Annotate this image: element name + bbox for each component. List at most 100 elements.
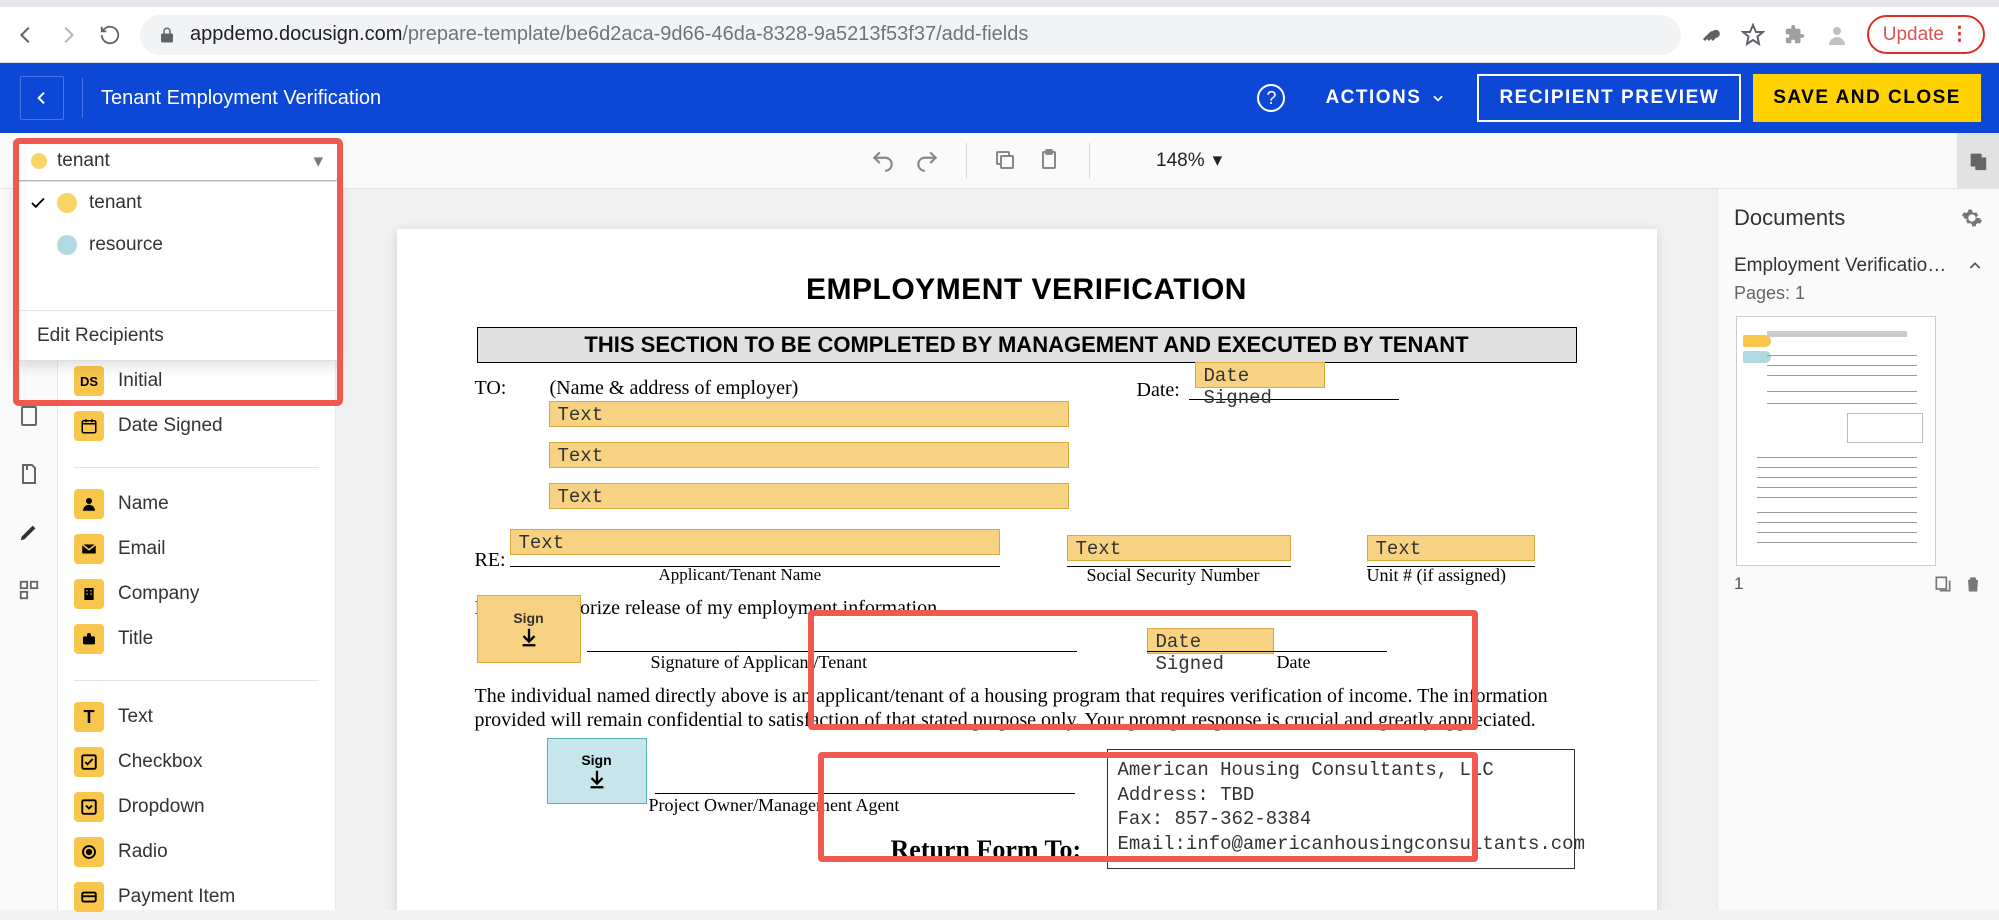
zoom-select[interactable]: 148% ▾ bbox=[1156, 149, 1222, 172]
page-thumbnail[interactable] bbox=[1736, 316, 1936, 566]
palette-date-signed[interactable]: Date Signed bbox=[58, 403, 335, 449]
profile-icon[interactable] bbox=[1825, 23, 1849, 47]
document-canvas[interactable]: EMPLOYMENT VERIFICATION THIS SECTION TO … bbox=[336, 189, 1717, 910]
browser-update-label: Update bbox=[1883, 24, 1944, 46]
palette-label: Name bbox=[118, 493, 169, 515]
back-button[interactable] bbox=[20, 76, 64, 120]
right-panel: Documents Employment Verificatio… Pages:… bbox=[1717, 189, 1999, 910]
palette-label: Checkbox bbox=[118, 751, 203, 773]
browser-reload-button[interactable] bbox=[98, 23, 122, 47]
check-icon bbox=[29, 194, 47, 212]
thumb-page-number: 1 bbox=[1734, 574, 1743, 594]
field-text-ssn[interactable]: Text bbox=[1067, 535, 1291, 561]
save-and-close-button[interactable]: SAVE AND CLOSE bbox=[1753, 74, 1981, 122]
document-name: Employment Verificatio… bbox=[1734, 255, 1967, 277]
chevron-down-icon: ▾ bbox=[1213, 149, 1223, 172]
edit-recipients-link[interactable]: Edit Recipients bbox=[17, 310, 337, 360]
extensions-icon[interactable] bbox=[1783, 23, 1807, 47]
help-icon[interactable]: ? bbox=[1257, 84, 1285, 112]
unit-label: Unit # (if assigned) bbox=[1367, 565, 1506, 586]
doc-title: EMPLOYMENT VERIFICATION bbox=[397, 273, 1657, 307]
palette-title[interactable]: Title bbox=[58, 616, 335, 662]
gear-icon[interactable] bbox=[1961, 207, 1983, 229]
recipient-selected-label: tenant bbox=[57, 150, 110, 172]
return-form-label: Return Form To: bbox=[891, 835, 1082, 865]
applicant-name-label: Applicant/Tenant Name bbox=[659, 565, 822, 585]
palette-initial[interactable]: DSInitial bbox=[58, 358, 335, 404]
recipient-color-dot bbox=[57, 235, 77, 255]
actions-button[interactable]: ACTIONS bbox=[1305, 74, 1465, 122]
recipient-select[interactable]: tenant ▾ bbox=[16, 141, 338, 181]
palette-name[interactable]: Name bbox=[58, 481, 335, 527]
rail-doc-icon[interactable] bbox=[0, 445, 58, 503]
field-text-applicant[interactable]: Text bbox=[510, 529, 1000, 555]
copy-button[interactable] bbox=[993, 148, 1019, 174]
browser-update-button[interactable]: Update ⋮ bbox=[1867, 15, 1985, 54]
address-bar[interactable]: appdemo.docusign.com/prepare-template/be… bbox=[140, 15, 1681, 55]
edit-recipients-label: Edit Recipients bbox=[37, 325, 164, 347]
field-text-unit[interactable]: Text bbox=[1367, 535, 1535, 561]
ssn-label: Social Security Number bbox=[1087, 565, 1260, 586]
palette-label: Dropdown bbox=[118, 796, 205, 818]
recipient-preview-button[interactable]: RECIPIENT PREVIEW bbox=[1477, 74, 1741, 122]
paste-button[interactable] bbox=[1037, 148, 1063, 174]
field-date-signed-1[interactable]: Date Signed bbox=[1195, 362, 1325, 388]
body-paragraph: The individual named directly above is a… bbox=[475, 685, 1585, 732]
name-addr-label: (Name & address of employer) bbox=[550, 377, 799, 400]
recipient-color-dot bbox=[31, 153, 47, 169]
field-text-employer-2[interactable]: Text bbox=[549, 442, 1069, 468]
palette-radio[interactable]: Radio bbox=[58, 829, 335, 875]
toggle-panel-button[interactable] bbox=[1957, 133, 1999, 189]
palette-company[interactable]: Company bbox=[58, 571, 335, 617]
return-block: American Housing Consultants, LLC Addres… bbox=[1107, 749, 1575, 869]
rail-pen-icon[interactable] bbox=[0, 503, 58, 561]
expand-thumb-icon[interactable] bbox=[1933, 574, 1953, 594]
palette-checkbox[interactable]: Checkbox bbox=[58, 739, 335, 785]
palette-payment-item[interactable]: Payment Item bbox=[58, 874, 335, 920]
browser-toolbar: appdemo.docusign.com/prepare-template/be… bbox=[0, 7, 1999, 63]
palette-label: Radio bbox=[118, 841, 168, 863]
palette-email[interactable]: Email bbox=[58, 526, 335, 572]
palette-label: Date Signed bbox=[118, 415, 223, 437]
delete-page-icon[interactable] bbox=[1963, 574, 1983, 594]
recipient-menu: tenant resource Edit Recipients bbox=[16, 181, 338, 361]
section-banner: THIS SECTION TO BE COMPLETED BY MANAGEME… bbox=[477, 327, 1577, 363]
date-label-2: Date bbox=[1277, 652, 1311, 673]
undo-button[interactable] bbox=[870, 148, 896, 174]
recipient-option-label: tenant bbox=[89, 192, 142, 214]
field-signature-tenant[interactable]: Sign bbox=[477, 595, 581, 663]
redo-button[interactable] bbox=[914, 148, 940, 174]
editor-toolbar: tenant ▾ tenant resource Edit Recipients bbox=[0, 133, 1999, 189]
recipient-option-resource[interactable]: resource bbox=[17, 224, 337, 266]
chevron-down-icon: ▾ bbox=[313, 150, 323, 173]
field-signature-resource[interactable]: Sign bbox=[547, 738, 647, 804]
proj-owner-label: Project Owner/Management Agent bbox=[649, 795, 900, 816]
palette-label: Company bbox=[118, 583, 199, 605]
sign-label: Sign bbox=[513, 610, 543, 626]
palette-dropdown[interactable]: Dropdown bbox=[58, 784, 335, 830]
recipient-option-tenant[interactable]: tenant bbox=[17, 182, 337, 224]
recipient-color-dot bbox=[57, 193, 77, 213]
template-title: Tenant Employment Verification bbox=[101, 87, 381, 110]
sig-applicant-label: Signature of Applicant/Tenant bbox=[651, 652, 868, 673]
document-name-row[interactable]: Employment Verificatio… bbox=[1734, 255, 1983, 277]
key-icon[interactable] bbox=[1699, 23, 1723, 47]
zoom-value: 148% bbox=[1156, 150, 1205, 172]
palette-text[interactable]: TText bbox=[58, 694, 335, 740]
rail-grid-icon[interactable] bbox=[0, 561, 58, 619]
url-host: appdemo.docusign.com/prepare-template/be… bbox=[190, 23, 1028, 46]
lock-icon bbox=[158, 26, 176, 44]
field-text-employer-3[interactable]: Text bbox=[549, 483, 1069, 509]
browser-back-button[interactable] bbox=[14, 23, 38, 47]
documents-heading: Documents bbox=[1734, 205, 1845, 231]
chevron-up-icon bbox=[1967, 258, 1983, 274]
star-icon[interactable] bbox=[1741, 23, 1765, 47]
app-header: Tenant Employment Verification ? ACTIONS… bbox=[0, 63, 1999, 133]
palette-label: Payment Item bbox=[118, 886, 235, 908]
sign-label: Sign bbox=[581, 752, 611, 768]
palette-label: Initial bbox=[118, 370, 162, 392]
browser-forward-button[interactable] bbox=[56, 23, 80, 47]
field-text-employer-1[interactable]: Text bbox=[549, 401, 1069, 427]
recipient-option-label: resource bbox=[89, 234, 163, 256]
rail-page-icon[interactable] bbox=[0, 387, 58, 445]
